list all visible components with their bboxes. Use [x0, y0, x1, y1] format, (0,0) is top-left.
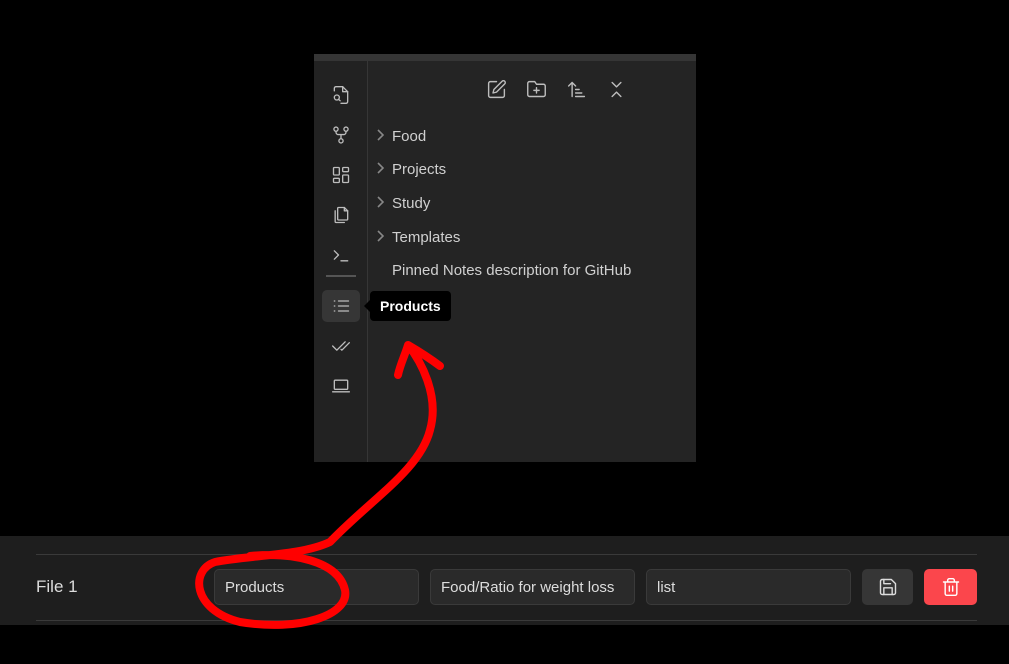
divider — [36, 620, 977, 621]
save-icon — [879, 578, 896, 596]
collapse-all-icon — [610, 81, 622, 97]
collapse-all-button[interactable] — [604, 77, 628, 101]
new-note-icon — [487, 79, 506, 98]
ribbon — [314, 61, 368, 462]
row-label: File 1 — [36, 577, 78, 596]
path-input[interactable] — [430, 569, 635, 605]
file-explorer-panel: Food Projects Study Templates Pinned Not… — [314, 54, 696, 462]
ribbon-products[interactable] — [322, 290, 360, 322]
layout-dashboard-icon — [332, 166, 350, 184]
tree-item-label: Templates — [392, 228, 461, 246]
delete-button[interactable] — [924, 569, 977, 605]
ribbon-tasks[interactable] — [322, 330, 360, 362]
new-note-button[interactable] — [484, 77, 508, 101]
chevron-right-icon — [374, 161, 386, 175]
ribbon-canvas[interactable] — [322, 159, 360, 191]
tree-file-pinned-notes[interactable]: Pinned Notes description for GitHub — [392, 257, 631, 283]
ribbon-laptop[interactable] — [322, 370, 360, 402]
file-search-icon — [333, 86, 349, 105]
tree-folder-projects[interactable]: Projects — [377, 156, 447, 182]
tree-item-label: Food — [392, 127, 427, 145]
copy-icon — [334, 206, 349, 224]
ribbon-terminal[interactable] — [322, 239, 360, 271]
tree-item-label: Projects — [392, 160, 447, 178]
terminal-icon — [333, 250, 349, 262]
laptop-icon — [332, 379, 350, 393]
list-icon — [333, 300, 350, 312]
tree-folder-food[interactable]: Food — [377, 123, 427, 149]
tooltip: Products — [364, 291, 451, 321]
new-folder-icon — [526, 80, 546, 97]
chevron-right-icon — [374, 229, 386, 243]
save-button[interactable] — [862, 569, 913, 605]
tree-item-label: Study — [392, 194, 431, 212]
ribbon-divider — [326, 275, 356, 277]
trash-icon — [942, 577, 959, 597]
chevron-right-icon — [374, 195, 386, 209]
tree-item-label: Pinned Notes description for GitHub — [392, 261, 632, 279]
ribbon-copy[interactable] — [322, 199, 360, 231]
icon-input[interactable] — [646, 569, 851, 605]
divider — [36, 554, 977, 555]
ribbon-graph[interactable] — [322, 119, 360, 151]
git-fork-icon — [333, 126, 349, 144]
sort-icon — [567, 81, 585, 97]
name-input[interactable] — [214, 569, 419, 605]
ribbon-file-search[interactable] — [322, 79, 360, 111]
panel-title-bar — [314, 54, 696, 61]
tree-folder-study[interactable]: Study — [377, 190, 431, 216]
check-check-icon — [332, 341, 350, 351]
settings-row-panel: File 1 — [0, 536, 1009, 625]
chevron-right-icon — [374, 128, 386, 142]
sort-button[interactable] — [564, 77, 588, 101]
new-folder-button[interactable] — [524, 77, 548, 101]
tree-folder-templates[interactable]: Templates — [377, 224, 461, 250]
